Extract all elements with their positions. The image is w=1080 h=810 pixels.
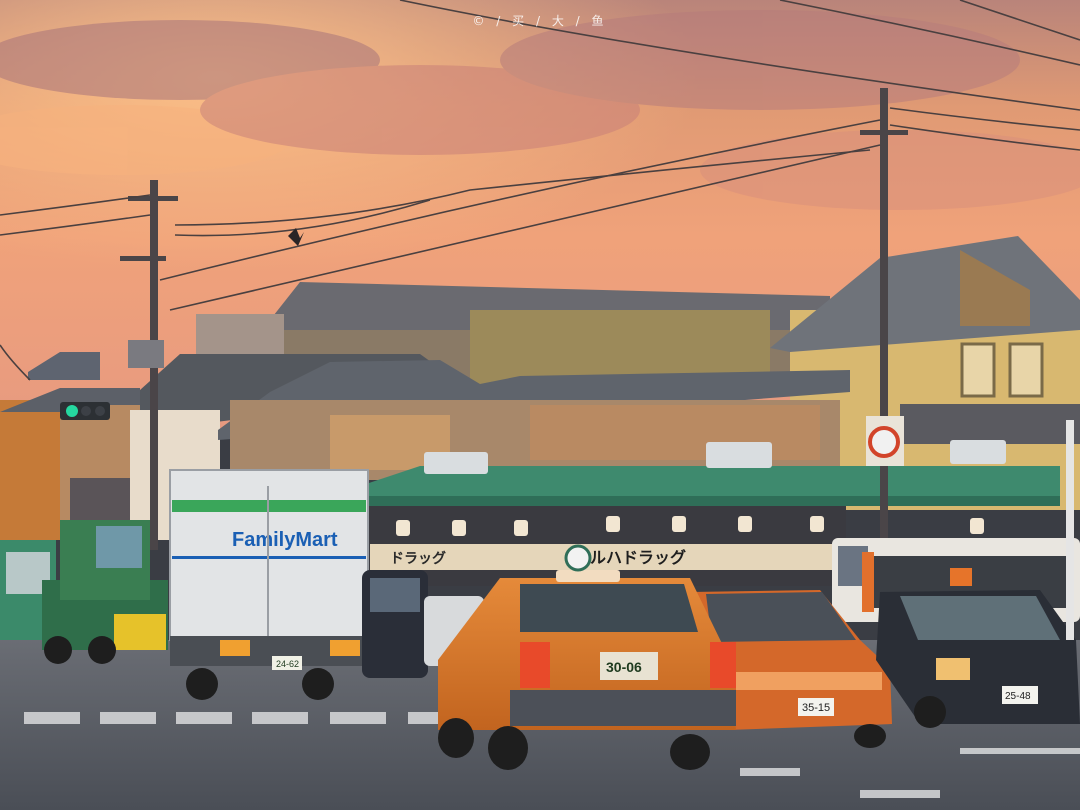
familymart-logo-text: FamilyMart: [232, 529, 338, 551]
watermark-text: © / 买 / 大 / 鱼: [472, 14, 608, 28]
orange-car-plate: 35-15: [802, 702, 830, 714]
truck-plate: 24-62: [276, 659, 299, 669]
street-scene-photo: ドラッグ ルハドラッグ FamilyMart 24-62 35-15 30-06…: [0, 0, 1080, 810]
scene-svg: ドラッグ ルハドラッグ FamilyMart 24-62 35-15 30-06…: [0, 0, 1080, 810]
crane-truck: [42, 520, 168, 664]
taxi-plate: 30-06: [606, 659, 642, 675]
familymart-truck: FamilyMart 24-62: [169, 469, 369, 700]
street-pole: [1066, 420, 1074, 640]
traffic-signal: [60, 402, 110, 420]
black-taxi-plate: 25-48: [1005, 691, 1031, 702]
drugstore-sign-left: ドラッグ: [390, 550, 446, 566]
speed-limit-sign: [866, 416, 904, 466]
drugstore-sign-main: ルハドラッグ: [590, 548, 686, 567]
